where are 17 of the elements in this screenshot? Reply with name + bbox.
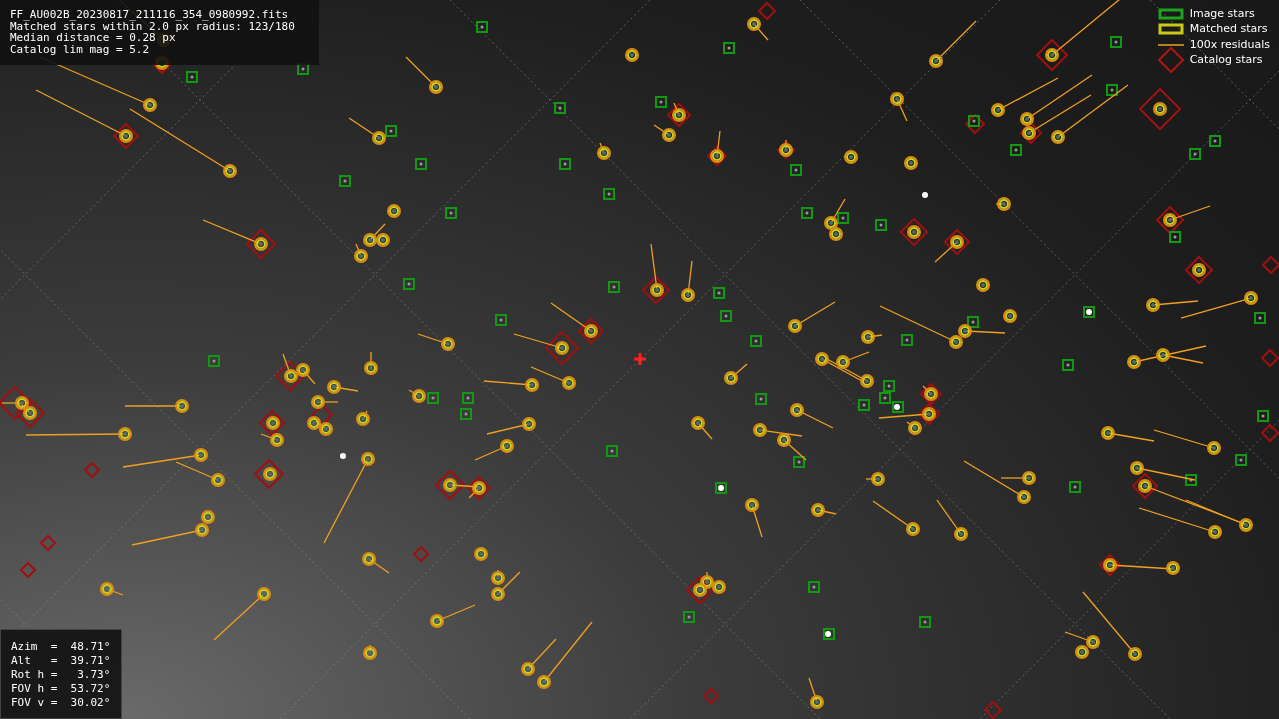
info-text: FF_AU002B_20230817_211116_354_0980992.fits xyxy=(10,9,290,21)
info-text: Median distance = 0.28 px xyxy=(10,32,176,44)
pointing-text: FOV h = 53.72° xyxy=(11,682,112,696)
pointing-text: Azim = 48.71° xyxy=(11,640,112,654)
info-text: Catalog lim mag = 5.2 xyxy=(10,43,151,55)
legend-label: Image stars xyxy=(1189,6,1255,21)
diamond-marker-icon xyxy=(1157,47,1184,74)
square-marker-icon xyxy=(1157,7,1184,20)
pointing-text: Alt = 39.71° xyxy=(11,654,112,668)
legend-label: 100x residuals xyxy=(1189,37,1270,52)
info-text: Matched stars within 2.0 px radius: 123/180 xyxy=(10,20,296,32)
legend-label: Catalog stars xyxy=(1189,53,1263,68)
legend-label: Matched stars xyxy=(1189,22,1268,37)
line-icon xyxy=(1157,42,1184,47)
square-marker-icon xyxy=(1157,23,1184,36)
pointing-text: FOV v = 30.02° xyxy=(11,696,112,710)
pointing-text: Rot h = 3.73° xyxy=(11,668,112,682)
